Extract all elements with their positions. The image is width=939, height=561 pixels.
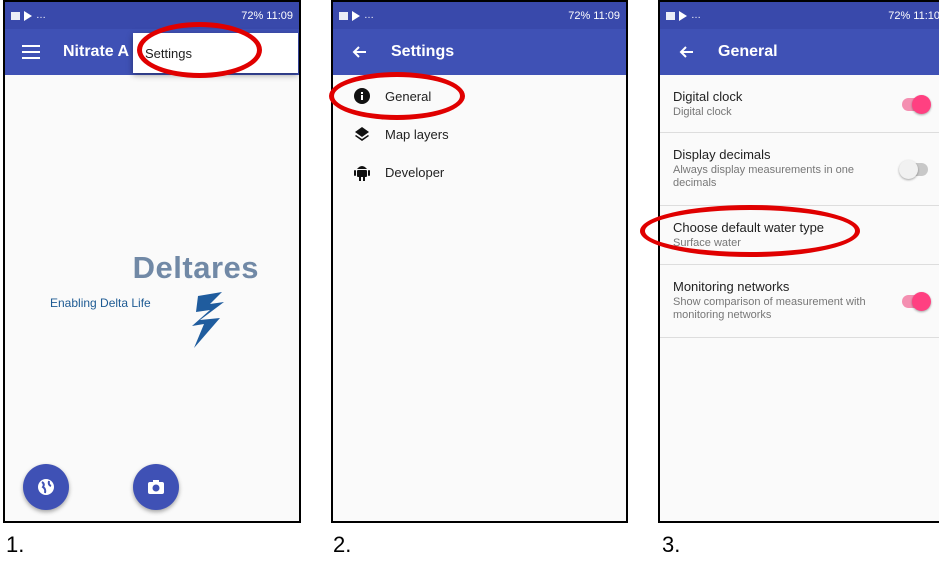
pref-summary: Surface water <box>673 237 741 249</box>
screen-main: … 72% 11:09 Nitrate A Settings Deltares … <box>3 0 301 523</box>
settings-item-label: Developer <box>385 164 445 180</box>
globe-button[interactable] <box>23 464 69 510</box>
status-text: 72% 11:09 <box>568 9 620 22</box>
page-title: General <box>718 43 778 60</box>
camera-button[interactable] <box>133 464 179 510</box>
monitoring-networks-toggle[interactable] <box>902 292 931 311</box>
app-title: Nitrate A <box>63 43 130 60</box>
camera-icon <box>148 480 164 494</box>
pref-monitoring-networks[interactable]: Monitoring networks Show comparison of m… <box>660 265 939 338</box>
back-arrow-icon[interactable] <box>347 40 371 64</box>
layers-icon <box>353 125 371 143</box>
status-text: 72% 11:10 <box>888 9 939 22</box>
overflow-menu: Settings <box>133 33 298 73</box>
settings-item-label: Map layers <box>385 126 449 142</box>
pref-summary: Digital clock <box>673 106 732 118</box>
logo-tagline: Enabling Delta Life <box>50 296 151 310</box>
delta-mark-icon <box>192 292 224 348</box>
deltares-logo: Deltares Enabling Delta Life <box>50 250 265 360</box>
android-icon <box>353 163 371 181</box>
settings-item-general[interactable]: General <box>333 77 626 115</box>
settings-item-label: General <box>385 88 432 104</box>
page-title: Settings <box>391 43 455 60</box>
caption-2: 2. <box>333 532 352 557</box>
globe-icon <box>38 479 54 495</box>
pref-summary: Always display measurements in one decim… <box>673 164 854 189</box>
pref-summary: Show comparison of measurement with moni… <box>673 296 866 321</box>
app-bar: Settings <box>333 29 626 75</box>
screen-settings: … 72% 11:09 Settings General Map layers … <box>331 0 628 523</box>
menu-icon[interactable] <box>19 40 43 64</box>
caption-1: 1. <box>6 532 25 557</box>
app-bar: General <box>660 29 939 75</box>
digital-clock-toggle[interactable] <box>902 95 931 114</box>
pref-default-water-type[interactable]: Choose default water type Surface water <box>660 206 939 265</box>
pref-title: Monitoring networks <box>673 279 790 294</box>
status-bar: … 72% 11:10 <box>660 2 939 29</box>
display-decimals-toggle[interactable] <box>899 160 928 179</box>
settings-item-map-layers[interactable]: Map layers <box>333 115 626 153</box>
menu-item-settings[interactable]: Settings <box>145 46 192 61</box>
status-bar: … 72% 11:09 <box>333 2 626 29</box>
status-bar: … 72% 11:09 <box>5 2 299 29</box>
caption-3: 3. <box>662 532 681 557</box>
back-arrow-icon[interactable] <box>674 40 698 64</box>
pref-title: Display decimals <box>673 147 771 162</box>
pref-display-decimals[interactable]: Display decimals Always display measurem… <box>660 133 939 206</box>
logo-word: Deltares <box>132 250 259 285</box>
settings-item-developer[interactable]: Developer <box>333 153 626 191</box>
pref-title: Digital clock <box>673 89 743 104</box>
pref-title: Choose default water type <box>673 220 825 235</box>
settings-list: General Map layers Developer <box>333 75 626 191</box>
status-text: 72% 11:09 <box>241 9 293 22</box>
info-icon <box>353 87 371 105</box>
pref-digital-clock[interactable]: Digital clock Digital clock <box>660 75 939 133</box>
screen-general: … 72% 11:10 General Digital clock Digita… <box>658 0 939 523</box>
